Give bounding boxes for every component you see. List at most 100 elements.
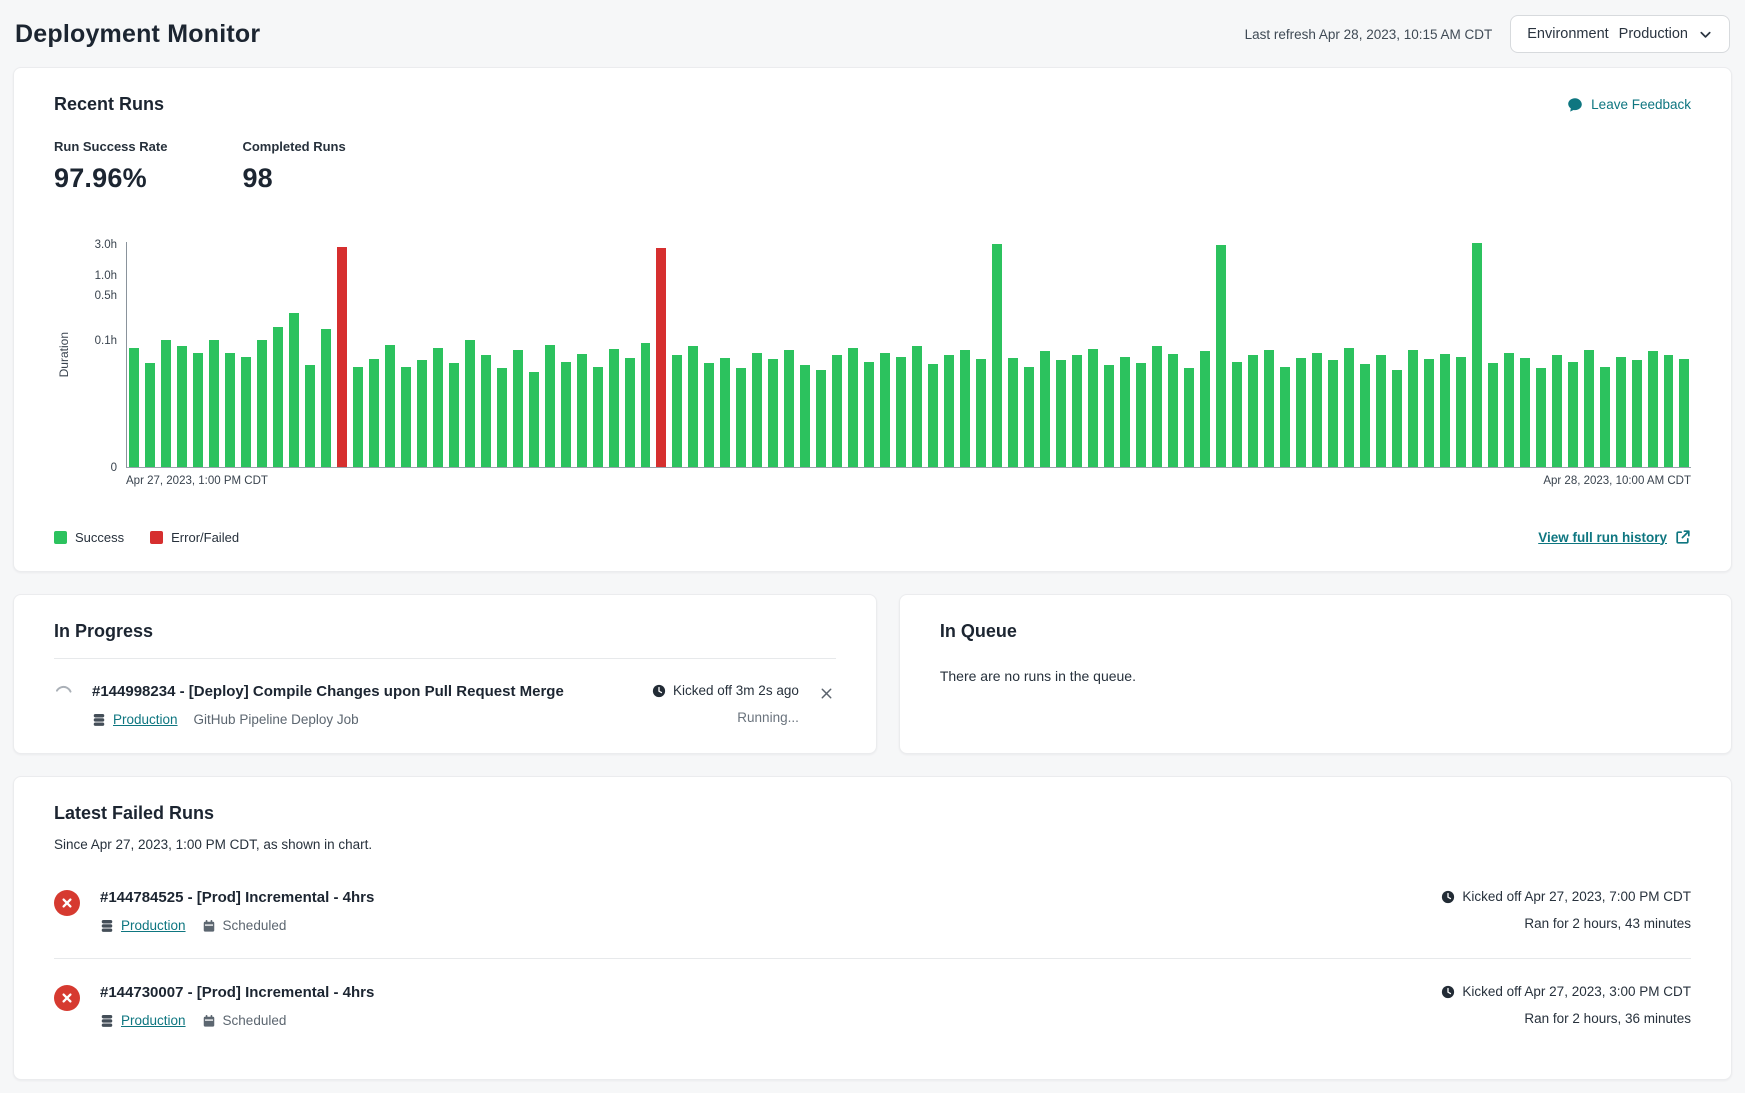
run-bar-success[interactable] [816,370,826,467]
run-bar-success[interactable] [1040,351,1050,467]
run-bar-success[interactable] [944,355,954,467]
run-bar-success[interactable] [832,355,842,467]
run-bar-success[interactable] [1152,346,1162,467]
run-bar-success[interactable] [1120,357,1130,467]
run-bar-success[interactable] [609,349,619,467]
run-bar-success[interactable] [417,360,427,467]
environment-link[interactable]: Production [121,1013,186,1028]
run-bar-success[interactable] [1008,358,1018,467]
run-bar-success[interactable] [497,368,507,467]
leave-feedback-link[interactable]: Leave Feedback [1567,97,1691,113]
run-bar-success[interactable] [1376,355,1386,467]
run-bar-success[interactable] [1648,351,1658,467]
run-bar-success[interactable] [321,329,331,467]
run-bar-success[interactable] [209,340,219,467]
run-bar-success[interactable] [1536,368,1546,467]
run-bar-success[interactable] [433,348,443,467]
run-bar-success[interactable] [1664,355,1674,467]
run-bar-success[interactable] [704,363,714,467]
run-bar-success[interactable] [720,358,730,467]
environment-tag[interactable]: Production [92,712,178,727]
run-bar-error[interactable] [656,248,666,467]
run-bar-success[interactable] [353,367,363,467]
run-bar-success[interactable] [1424,359,1434,467]
run-bar-success[interactable] [736,368,746,467]
run-bar-success[interactable] [369,359,379,467]
run-bar-success[interactable] [1328,360,1338,467]
run-bar-success[interactable] [896,357,906,467]
run-bar-success[interactable] [1440,354,1450,467]
run-bar-success[interactable] [1344,348,1354,467]
run-bar-success[interactable] [1360,364,1370,467]
run-bar-success[interactable] [1504,353,1514,467]
run-bar-success[interactable] [465,340,475,467]
run-bar-success[interactable] [1136,363,1146,467]
run-bar-success[interactable] [1616,357,1626,467]
run-bar-success[interactable] [1184,368,1194,467]
run-bar-success[interactable] [1632,360,1642,467]
run-bar-success[interactable] [1232,362,1242,467]
run-bar-success[interactable] [1280,367,1290,467]
run-bar-success[interactable] [641,343,651,467]
run-bar-success[interactable] [593,367,603,467]
run-bar-success[interactable] [177,346,187,467]
run-bar-success[interactable] [672,355,682,467]
run-bar-success[interactable] [960,350,970,467]
run-bar-success[interactable] [864,362,874,467]
run-bar-success[interactable] [1488,363,1498,467]
run-bar-success[interactable] [257,340,267,467]
run-bar-success[interactable] [1600,367,1610,467]
run-bar-success[interactable] [513,350,523,467]
environment-selector[interactable]: Environment Production [1510,15,1730,53]
run-bar-success[interactable] [976,359,986,467]
run-bar-success[interactable] [768,359,778,467]
run-bar-success[interactable] [752,353,762,467]
run-bar-success[interactable] [305,365,315,467]
run-bar-success[interactable] [1456,357,1466,467]
run-bar-success[interactable] [1072,355,1082,467]
run-bar-success[interactable] [928,364,938,467]
run-bar-success[interactable] [225,353,235,467]
environment-link[interactable]: Production [121,918,186,933]
run-bar-success[interactable] [848,348,858,467]
run-bar-success[interactable] [161,340,171,467]
run-bar-success[interactable] [145,363,155,467]
run-bar-success[interactable] [289,313,299,467]
run-bar-success[interactable] [992,244,1002,467]
run-bar-success[interactable] [1088,349,1098,467]
run-bar-success[interactable] [129,348,139,467]
run-bar-success[interactable] [1264,350,1274,467]
run-bar-success[interactable] [385,345,395,467]
run-bar-success[interactable] [401,367,411,467]
view-full-run-history-link[interactable]: View full run history [1538,529,1691,545]
run-bar-success[interactable] [193,353,203,467]
run-bar-success[interactable] [481,355,491,467]
run-bar-success[interactable] [1200,351,1210,467]
run-bar-success[interactable] [1392,370,1402,467]
run-bar-success[interactable] [1584,350,1594,467]
environment-tag[interactable]: Production [100,1013,186,1028]
run-bar-success[interactable] [1104,365,1114,467]
run-bar-success[interactable] [273,327,283,467]
run-bar-success[interactable] [1168,354,1178,467]
run-bar-success[interactable] [1056,360,1066,467]
environment-tag[interactable]: Production [100,918,186,933]
run-bar-success[interactable] [800,365,810,467]
run-bar-success[interactable] [449,363,459,467]
run-bar-success[interactable] [688,346,698,467]
run-bar-success[interactable] [1408,350,1418,467]
run-bar-success[interactable] [1024,367,1034,467]
close-icon[interactable] [817,684,836,703]
run-bar-success[interactable] [1679,359,1689,467]
run-bar-success[interactable] [1520,358,1530,467]
run-bar-success[interactable] [577,354,587,467]
run-bar-success[interactable] [1216,245,1226,467]
run-bar-success[interactable] [1472,243,1482,467]
run-bar-success[interactable] [1552,355,1562,467]
run-bar-success[interactable] [1568,362,1578,467]
run-bar-success[interactable] [1248,355,1258,467]
run-bar-success[interactable] [1312,353,1322,467]
environment-link[interactable]: Production [113,712,178,727]
run-bar-success[interactable] [625,358,635,467]
run-bar-error[interactable] [337,247,347,467]
